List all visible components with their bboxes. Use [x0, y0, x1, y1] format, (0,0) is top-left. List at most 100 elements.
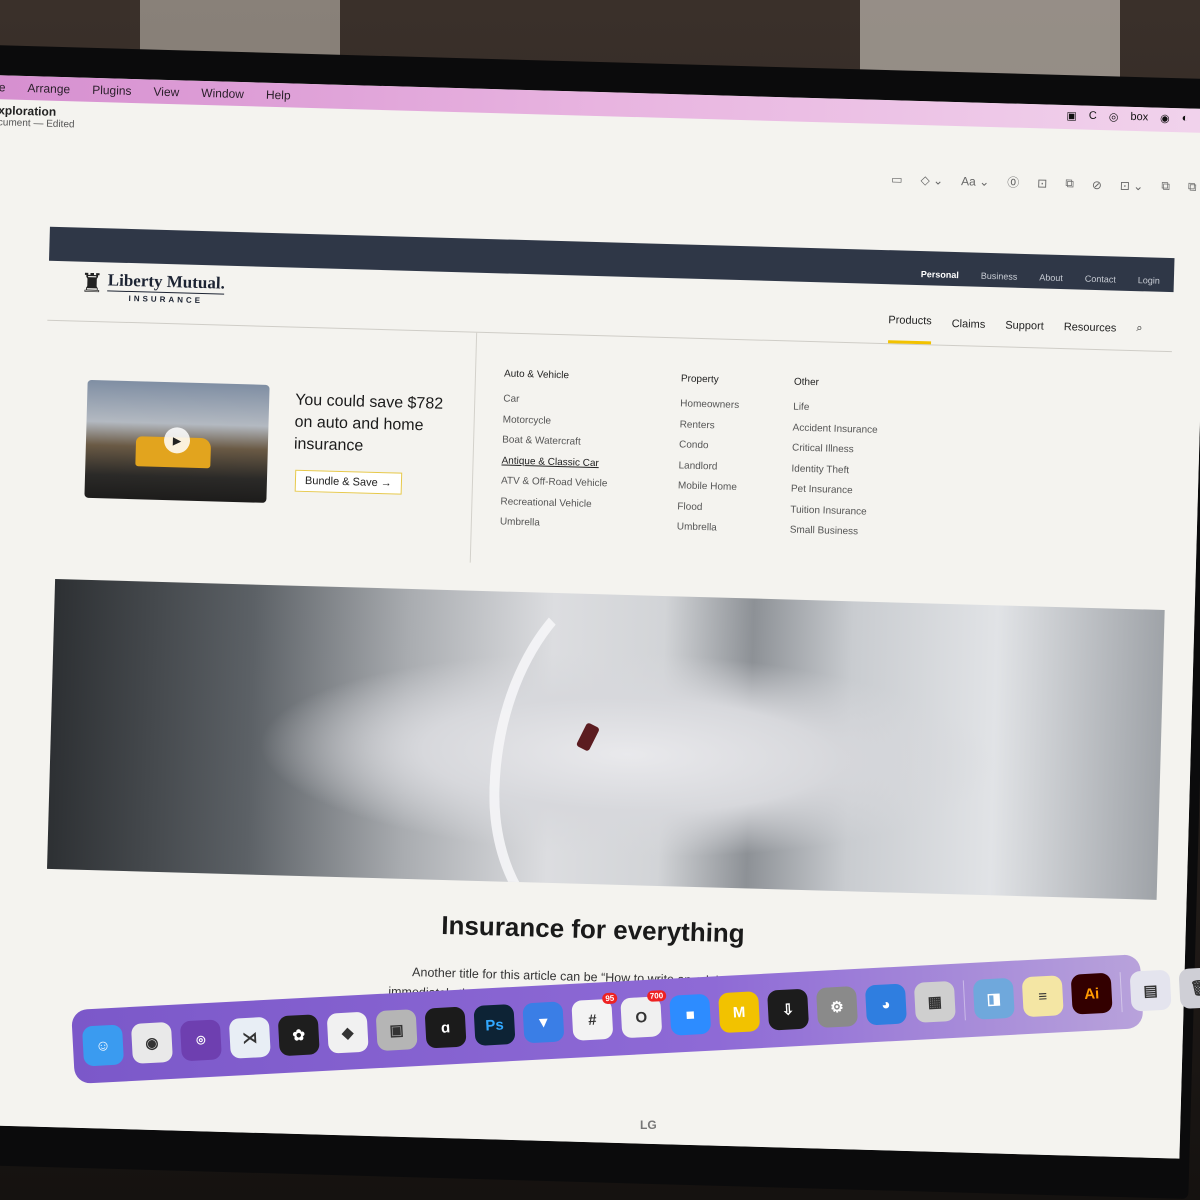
logo-name: Liberty Mutual.	[107, 270, 226, 295]
util-nav-business[interactable]: Business	[981, 271, 1018, 282]
menu-item-edit[interactable]: e	[0, 80, 6, 94]
menu-link[interactable]: Condo	[679, 435, 793, 459]
document-title: xploration cument — Edited	[0, 103, 75, 130]
website-frame: Personal Business About Contact Login ♜ …	[27, 187, 1175, 1063]
dock-app-affinity[interactable]: ɑ	[424, 1006, 467, 1049]
system-settings-icon: ⚙	[829, 998, 845, 1017]
target-icon[interactable]: ◎	[1109, 110, 1119, 123]
dock-separator	[962, 980, 966, 1021]
article-title: Insurance for everything	[440, 909, 746, 949]
util-nav-login[interactable]: Login	[1138, 275, 1160, 286]
record-icon[interactable]: ◉	[1160, 112, 1170, 125]
component-icon[interactable]: ◇ ⌄	[920, 173, 943, 188]
menu-item-arrange[interactable]: Arrange	[27, 81, 70, 96]
c-icon[interactable]: C	[1089, 110, 1097, 123]
dock-app-preview[interactable]: ◨	[972, 977, 1015, 1020]
util-nav-about[interactable]: About	[1039, 272, 1063, 283]
dock-app-chrome[interactable]: ◉	[130, 1021, 173, 1064]
dock-app-recent-document[interactable]: ▤	[1129, 969, 1172, 1012]
menu-link[interactable]: Mobile Home	[678, 476, 792, 500]
nav-support[interactable]: Support	[1005, 319, 1044, 346]
dock-app-system-settings[interactable]: ⚙	[815, 985, 859, 1029]
outlook-icon: O	[635, 1008, 648, 1027]
calculator-icon: ▦	[927, 993, 943, 1012]
dock-app-calculator[interactable]: ▦	[913, 980, 956, 1023]
crop-icon[interactable]: ⊡	[1037, 176, 1047, 190]
miro-icon: M	[732, 1003, 746, 1021]
menu-heading: Other	[793, 376, 820, 389]
boolean-subtract-icon[interactable]: ⧉	[1188, 180, 1197, 195]
dock-app-github-desktop[interactable]: ⌾	[179, 1019, 222, 1062]
menu-column-property: Property Homeowners Renters Condo Landlo…	[676, 373, 794, 571]
menu-link[interactable]: Umbrella	[677, 517, 791, 541]
dock-app-outlook[interactable]: O 700	[620, 989, 667, 1039]
dock-app-proton-vpn[interactable]: ▼	[522, 1001, 565, 1044]
menu-item-window[interactable]: Window	[201, 86, 244, 101]
nav-resources[interactable]: Resources	[1063, 321, 1117, 348]
dock-app-figma[interactable]: ✿	[277, 1014, 320, 1057]
present-icon[interactable]: ▭	[891, 172, 903, 186]
mask-icon[interactable]: ⊘	[1092, 177, 1102, 191]
dock-app-miro[interactable]: M	[718, 991, 761, 1034]
frame-icon[interactable]: ⊡ ⌄	[1120, 178, 1144, 193]
menu-bar: e Arrange Plugins View Window Help ▣ C ◎…	[0, 75, 1200, 134]
dock-app-sketch[interactable]: ◆	[326, 1011, 369, 1054]
menu-column-auto: Auto & Vehicle Car Motorcycle Boat & Wat…	[499, 368, 681, 568]
boolean-union-icon[interactable]: ⧉	[1161, 179, 1170, 194]
menu-link[interactable]: Umbrella	[500, 512, 678, 537]
promo-video-thumbnail[interactable]: ▶	[84, 379, 270, 503]
search-icon[interactable]: ⌕	[1136, 322, 1143, 349]
menu-item-plugins[interactable]: Plugins	[92, 83, 132, 98]
finder-icon: ☺	[94, 1036, 112, 1055]
recent-document-icon: ▤	[1143, 982, 1159, 1000]
globe-icon[interactable]: ◐	[1182, 112, 1189, 125]
promo-headline: You could save $782 on auto and home ins…	[293, 391, 444, 455]
dock-app-photoshop[interactable]: Ps	[473, 1003, 516, 1046]
nav-products[interactable]: Products	[887, 314, 932, 345]
menu-columns: Auto & Vehicle Car Motorcycle Boat & Wat…	[471, 333, 972, 577]
dock-app-trash[interactable]: 🗑	[1178, 966, 1200, 1010]
trash-icon: 🗑	[1189, 979, 1200, 998]
sketch-icon: ◆	[341, 1024, 354, 1042]
menu-link[interactable]: Homeowners	[680, 394, 794, 418]
mega-menu: ▶ You could save $782 on auto and home i…	[40, 320, 1172, 582]
hero-image-snowy-forest	[47, 579, 1165, 900]
dock-app-illustrator[interactable]: Ai	[1070, 972, 1113, 1015]
box-icon[interactable]: box	[1130, 111, 1148, 124]
menu-link[interactable]: Small Business	[789, 521, 967, 546]
proton-vpn-icon: ▼	[535, 1013, 552, 1032]
variable-icon[interactable]: ⓪	[1007, 173, 1019, 190]
zoom-icon[interactable]: ▣	[1066, 109, 1077, 122]
util-nav-contact[interactable]: Contact	[1085, 274, 1116, 285]
dock-app-preview-screenshot[interactable]: ▣	[375, 1009, 418, 1052]
bundle-save-button[interactable]: Bundle & Save →	[294, 469, 403, 495]
notification-badge: 95	[602, 992, 618, 1005]
preview-screenshot-icon: ▣	[389, 1021, 405, 1040]
menu-item-view[interactable]: View	[153, 85, 179, 100]
nav-claims[interactable]: Claims	[951, 317, 986, 344]
text-style-icon[interactable]: Aa ⌄	[961, 174, 989, 189]
menu-item-help[interactable]: Help	[266, 88, 291, 103]
chrome-icon: ◉	[144, 1034, 159, 1053]
notes-icon: ≡	[1037, 987, 1048, 1005]
dock-app-installer[interactable]: ⇩	[767, 988, 810, 1031]
arrange-icon[interactable]: ⧉	[1065, 176, 1074, 191]
status-icons: ▣ C ◎ box ◉ ◐	[1066, 109, 1188, 125]
installer-icon: ⇩	[781, 1001, 795, 1019]
affinity-icon: ɑ	[440, 1018, 451, 1037]
dock-app-zoom[interactable]: ■	[669, 993, 712, 1036]
util-nav-personal[interactable]: Personal	[921, 269, 959, 280]
dock-app-finder[interactable]: ☺	[82, 1024, 125, 1067]
dock-app-notes[interactable]: ≡	[1021, 975, 1064, 1018]
dock-app-migration[interactable]: ◕	[864, 983, 907, 1026]
dock-app-vscode[interactable]: ⋊	[228, 1016, 271, 1059]
menu-heading: Auto & Vehicle	[503, 368, 570, 382]
menu-heading: Property	[680, 373, 719, 386]
statue-of-liberty-icon: ♜	[79, 267, 105, 299]
snow-road	[485, 579, 756, 900]
dock-app-slack[interactable]: #95	[571, 992, 618, 1041]
github-desktop-icon: ⌾	[195, 1031, 206, 1050]
vscode-icon: ⋊	[241, 1029, 258, 1048]
slack-icon: #	[587, 1011, 597, 1029]
logo[interactable]: ♜ Liberty Mutual. INSURANCE	[79, 267, 226, 306]
